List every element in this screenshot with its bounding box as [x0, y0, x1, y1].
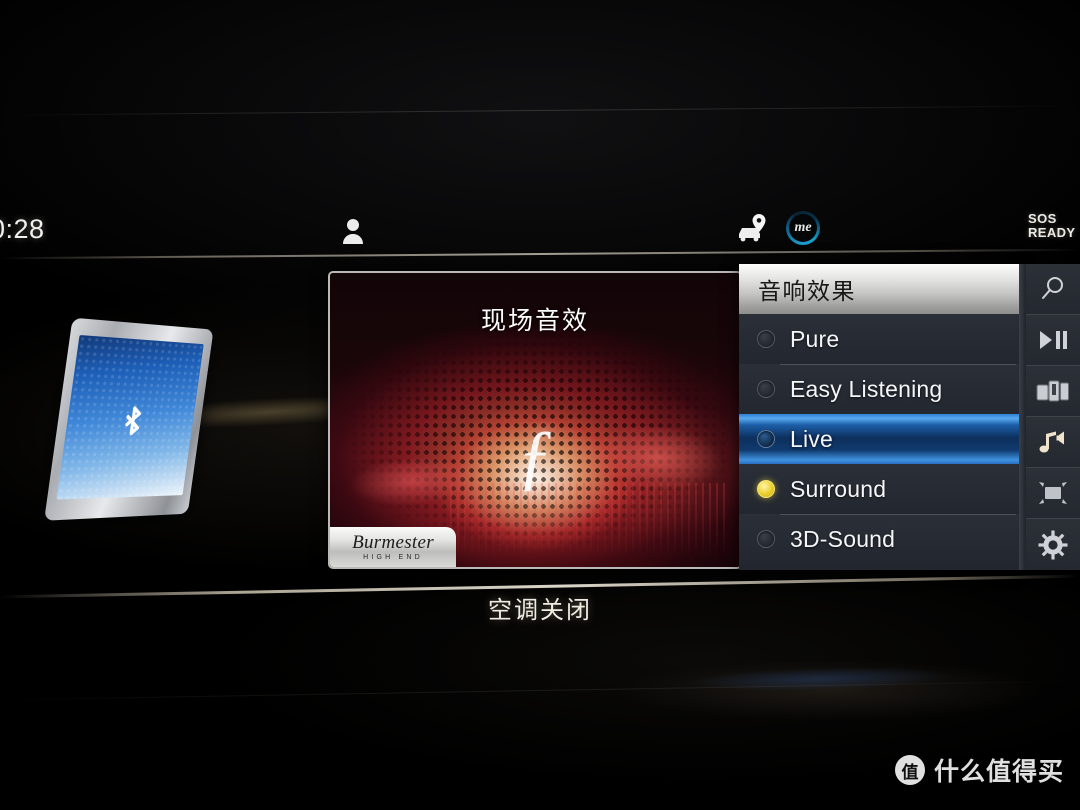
clock: 0:28 — [0, 214, 45, 244]
burmester-f-mark: ƒ — [516, 416, 554, 498]
sos-status-badge: SOS READY — [1028, 212, 1076, 240]
list-item-label: 3D-Sound — [790, 525, 896, 552]
sos-line-2: READY — [1028, 225, 1076, 240]
status-right-group: me — [735, 211, 820, 245]
list-item-surround[interactable]: Surround — [739, 464, 1020, 514]
play-pause-icon[interactable] — [1026, 315, 1080, 366]
sound-visual-panel[interactable]: 现场音效 ƒ Burmester HIGH END — [328, 271, 742, 569]
burmester-wordmark: Burmester — [352, 532, 434, 553]
person-icon[interactable] — [341, 218, 365, 244]
radio-pure[interactable] — [757, 330, 775, 348]
list-item-3d-sound[interactable]: 3D-Sound — [739, 514, 1020, 564]
burmester-badge: Burmester HIGH END — [330, 527, 456, 567]
status-bar: 0:28 me — [0, 206, 1080, 254]
list-item-label: Surround — [790, 475, 887, 502]
sound-output-icon[interactable] — [1026, 417, 1080, 468]
watermark-text: 什么值得买 — [933, 758, 1064, 786]
fullscreen-icon[interactable] — [1026, 468, 1080, 519]
list-item-pure[interactable]: Pure — [739, 314, 1020, 364]
climate-status-text: 空调关闭 — [488, 597, 592, 624]
sound-effect-menu-title: 音响效果 — [758, 278, 856, 304]
radio-easy-listening[interactable] — [757, 380, 775, 398]
me-logo-label: me — [794, 220, 812, 235]
row-divider — [780, 364, 1016, 365]
waveform-streaks — [450, 483, 730, 563]
media-devices-icon[interactable] — [1026, 366, 1080, 417]
burmester-tagline: HIGH END — [363, 554, 423, 561]
sound-effect-menu: 音响效果 Pure Easy Listening Live Surround 3… — [739, 264, 1020, 570]
radio-3d-sound[interactable] — [757, 530, 775, 548]
radio-surround[interactable] — [757, 480, 775, 498]
bluetooth-icon — [116, 396, 151, 440]
car-location-pin-icon[interactable] — [735, 212, 769, 244]
list-item-label: Pure — [790, 325, 840, 352]
function-icon-bar — [1026, 264, 1080, 570]
row-divider — [780, 514, 1016, 515]
head-unit-screenshot: 0:28 me — [0, 0, 1080, 810]
mercedes-me-logo[interactable]: me — [786, 211, 820, 245]
watermark-badge: 值 — [894, 755, 925, 785]
list-item-easy-listening[interactable]: Easy Listening — [739, 364, 1020, 414]
phone-screen — [56, 334, 204, 500]
list-item-live[interactable]: Live — [739, 414, 1020, 464]
bluetooth-phone-visual — [44, 317, 214, 521]
sos-line-1: SOS — [1028, 211, 1057, 226]
list-item-label: Easy Listening — [790, 375, 943, 402]
watermark: 值 什么值得买 — [894, 752, 1064, 788]
sound-mode-title: 现场音效 — [480, 307, 589, 335]
sound-effect-menu-header: 音响效果 — [739, 264, 1020, 314]
sound-effect-list: Pure Easy Listening Live Surround 3D-Sou… — [739, 314, 1020, 564]
radio-live[interactable] — [757, 430, 775, 448]
search-icon[interactable] — [1026, 264, 1080, 315]
list-item-label: Live — [790, 425, 833, 452]
settings-gear-icon[interactable] — [1026, 519, 1080, 570]
phone-body — [44, 317, 214, 521]
